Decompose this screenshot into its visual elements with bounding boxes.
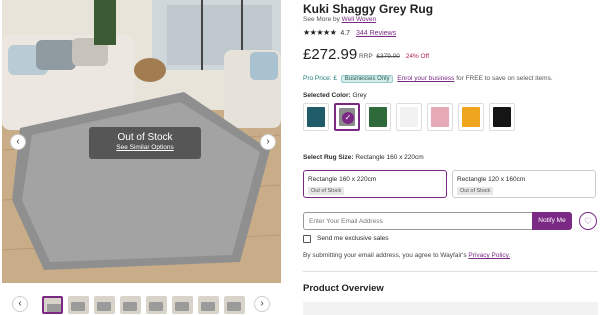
email-disclaimer: By submitting your email address, you ag… xyxy=(303,252,510,259)
size-option-label: Rectangle 120 x 160cm xyxy=(457,176,526,183)
pro-price-row: Pro Price: £ Businesses Only Enrol your … xyxy=(303,75,553,83)
swatch-black[interactable] xyxy=(489,103,515,131)
swatch-white[interactable] xyxy=(396,103,422,131)
see-more-prefix: See More by xyxy=(303,16,340,23)
size-option-120x160[interactable]: Rectangle 120 x 160cm Out of Stock xyxy=(452,170,596,198)
enrol-business-link[interactable]: Enrol your business xyxy=(397,75,454,82)
current-price: £272.99 xyxy=(303,46,358,63)
thumbnail-6[interactable] xyxy=(172,296,193,314)
thumbnail-7[interactable] xyxy=(198,296,219,314)
swatch-grey[interactable]: ✓ xyxy=(334,103,360,131)
selected-color-label: Selected Color: xyxy=(303,92,351,99)
selected-size-value: Rectangle 160 x 220cm xyxy=(355,154,424,161)
check-icon: ✓ xyxy=(342,112,354,124)
product-title: Kuki Shaggy Grey Rug xyxy=(303,2,434,16)
thumbnail-1[interactable] xyxy=(42,296,63,314)
rrp-info: RRP £379.00 24% Off xyxy=(359,53,429,60)
image-next-arrow-icon[interactable]: › xyxy=(260,134,276,150)
businesses-only-badge: Businesses Only xyxy=(340,75,394,83)
size-option-status: Out of Stock xyxy=(308,187,345,195)
thumbnail-4[interactable] xyxy=(120,296,141,314)
reviews-link[interactable]: 344 Reviews xyxy=(356,30,396,37)
thumbs-next-icon[interactable]: › xyxy=(254,296,270,312)
thumbnail-3[interactable] xyxy=(94,296,115,314)
pro-price-suffix: for FREE to save on select items. xyxy=(456,75,553,82)
rating-row: ★★★★★ 4.7 344 Reviews xyxy=(303,28,396,37)
rating-value: 4.7 xyxy=(340,30,351,37)
exclusive-sales-checkbox[interactable] xyxy=(303,235,311,243)
thumbnail-8[interactable] xyxy=(224,296,245,314)
star-rating-icon: ★★★★★ xyxy=(303,28,337,37)
size-option-status: Out of Stock xyxy=(457,187,494,195)
brand-link[interactable]: Well Woven xyxy=(342,16,376,23)
product-overview-heading[interactable]: Product Overview xyxy=(303,283,384,294)
email-field[interactable] xyxy=(303,212,533,230)
exclusive-sales-label: Send me exclusive sales xyxy=(317,235,389,242)
notify-me-button[interactable]: Notify Me xyxy=(532,212,572,230)
selected-size-label: Select Rug Size: xyxy=(303,154,354,161)
see-similar-link[interactable]: See Similar Options xyxy=(89,144,201,151)
overview-content-area xyxy=(303,302,598,315)
swatch-green[interactable] xyxy=(365,103,391,131)
swatch-yellow[interactable] xyxy=(458,103,484,131)
rrp-value: £379.00 xyxy=(376,53,400,60)
swatch-teal[interactable] xyxy=(303,103,329,131)
thumbnail-2[interactable] xyxy=(68,296,89,314)
size-option-label: Rectangle 160 x 220cm xyxy=(308,176,377,183)
rrp-label: RRP xyxy=(359,53,373,60)
see-more-by: See More by Well Woven xyxy=(303,16,376,23)
disclaimer-text: By submitting your email address, you ag… xyxy=(303,252,467,259)
product-hero-image[interactable]: Out of Stock See Similar Options ‹ › xyxy=(2,0,281,283)
out-of-stock-label: Out of Stock xyxy=(117,132,173,143)
selected-size: Select Rug Size: Rectangle 160 x 220cm xyxy=(303,154,424,161)
thumbnail-strip: ‹ › xyxy=(12,294,274,315)
discount-badge: 24% Off xyxy=(405,53,430,60)
out-of-stock-overlay: Out of Stock See Similar Options xyxy=(89,127,201,159)
privacy-policy-link[interactable]: Privacy Policy. xyxy=(468,252,510,259)
thumbs-prev-icon[interactable]: ‹ xyxy=(12,296,28,312)
divider xyxy=(303,271,598,272)
pro-price-label: Pro Price: £ xyxy=(303,75,337,82)
size-option-160x220[interactable]: Rectangle 160 x 220cm Out of Stock xyxy=(303,170,447,198)
selected-color: Selected Color: Grey xyxy=(303,92,367,99)
heart-icon[interactable]: ♡ xyxy=(579,212,597,230)
thumbnail-5[interactable] xyxy=(146,296,167,314)
image-prev-arrow-icon[interactable]: ‹ xyxy=(10,134,26,150)
selected-color-value: Grey xyxy=(352,92,367,99)
swatch-pink[interactable] xyxy=(427,103,453,131)
